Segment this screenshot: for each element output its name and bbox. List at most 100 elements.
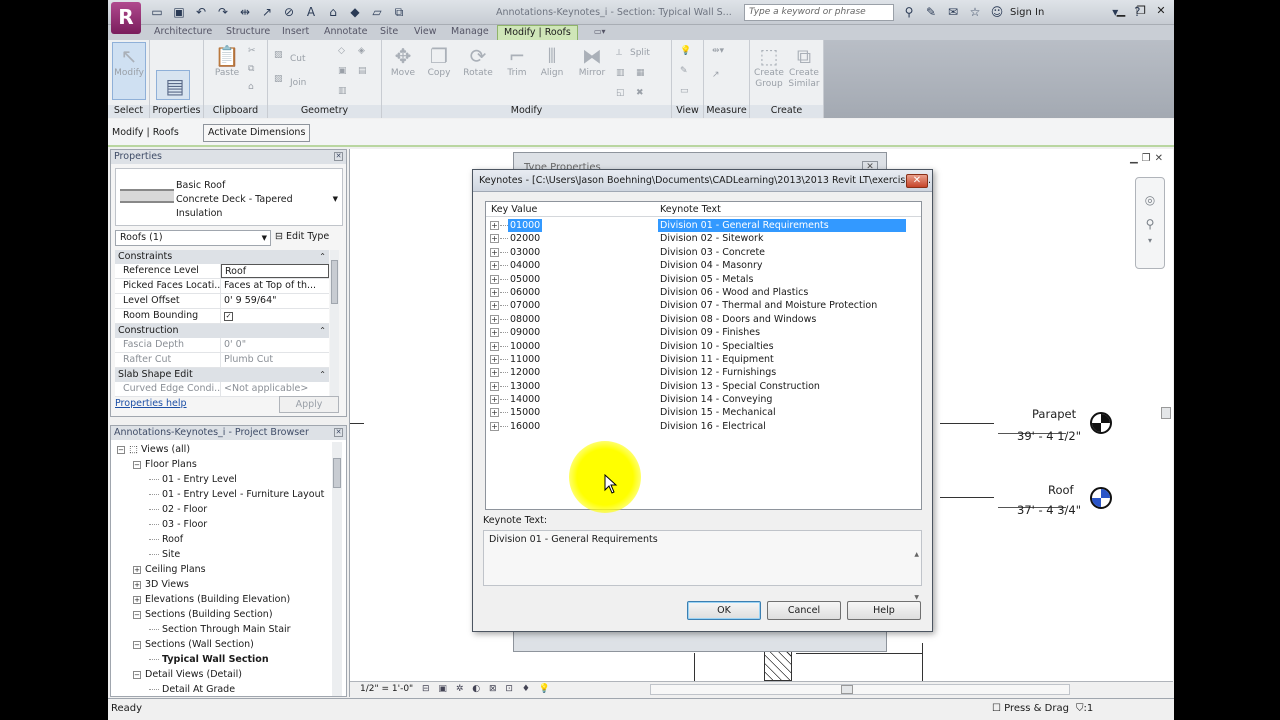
save-icon[interactable]: ▣: [170, 4, 188, 20]
ok-button[interactable]: OK: [687, 601, 761, 620]
expand-icon[interactable]: +: [490, 381, 499, 391]
split-button[interactable]: Split: [630, 48, 650, 58]
press-drag-toggle[interactable]: ☐ Press & Drag: [992, 703, 1069, 714]
tab-architecture[interactable]: Architecture: [154, 25, 212, 40]
match-icon[interactable]: ⌂: [248, 82, 254, 92]
align-button[interactable]: ⫴ Align: [534, 44, 570, 79]
browser-tree-item[interactable]: − ⬚ Views (all): [113, 442, 331, 457]
expand-icon[interactable]: +: [490, 354, 499, 364]
column-header-keynote-text[interactable]: Keynote Text: [660, 202, 721, 217]
browser-tree-item[interactable]: Roof: [113, 532, 331, 547]
browser-tree-item[interactable]: +3D Views: [113, 577, 331, 592]
tab-structure[interactable]: Structure: [226, 25, 270, 40]
keynote-row[interactable]: +07000 Division 07 - Thermal and Moisture…: [486, 299, 921, 312]
activate-dimensions-button[interactable]: Activate Dimensions: [203, 124, 311, 142]
tab-annotate[interactable]: Annotate: [324, 25, 367, 40]
delete-icon[interactable]: ✖: [636, 88, 644, 98]
copy-clip-icon[interactable]: ⧉: [248, 64, 254, 74]
browser-tree-item[interactable]: Section Through Main Stair: [113, 622, 331, 637]
scrollbar-thumb[interactable]: [333, 458, 341, 488]
expand-icon[interactable]: +: [133, 580, 141, 589]
keynote-row[interactable]: +01000 Division 01 - General Requirements: [486, 219, 921, 232]
view-scale[interactable]: 1/2" = 1'-0": [360, 682, 413, 697]
keynote-row[interactable]: +06000 Division 06 - Wood and Plastics: [486, 286, 921, 299]
tab-modify-roofs[interactable]: Modify | Roofs: [497, 25, 578, 40]
scrollbar-thumb[interactable]: [841, 685, 853, 694]
property-group-header[interactable]: Constraints ⌃: [115, 250, 329, 264]
shadows-icon[interactable]: ◐: [472, 684, 483, 694]
restore-icon[interactable]: ❐: [1142, 153, 1151, 164]
keynote-row[interactable]: +15000 Division 15 - Mechanical: [486, 406, 921, 419]
keynote-row[interactable]: +11000 Division 11 - Equipment: [486, 353, 921, 366]
type-selector[interactable]: Basic Roof Concrete Deck - Tapered Insul…: [115, 168, 343, 226]
geometry-tool-icon-1[interactable]: ◇: [338, 46, 345, 56]
override-brush-icon[interactable]: ✎: [680, 66, 688, 76]
properties-scrollbar[interactable]: [330, 250, 339, 400]
selection-filter[interactable]: ⛉:1: [1076, 703, 1093, 714]
chevron-down-icon[interactable]: ▼: [333, 195, 338, 203]
linework-icon[interactable]: ▭: [680, 86, 689, 96]
keynote-row[interactable]: +08000 Division 08 - Doors and Windows: [486, 313, 921, 326]
browser-tree-item[interactable]: 02 - Floor: [113, 502, 331, 517]
help-button[interactable]: Help: [847, 601, 921, 620]
geometry-tool-icon-5[interactable]: ▥: [338, 86, 347, 96]
collapse-icon[interactable]: −: [133, 460, 141, 469]
text-icon[interactable]: A: [302, 4, 320, 20]
keynote-row[interactable]: +03000 Division 03 - Concrete: [486, 246, 921, 259]
expand-icon[interactable]: +: [490, 221, 499, 230]
geometry-tool-icon-3[interactable]: ▣: [338, 66, 347, 76]
browser-tree-item[interactable]: Typical Wall Section: [113, 652, 331, 667]
cut-clip-icon[interactable]: ✂: [248, 46, 256, 56]
dimension-icon[interactable]: ↗: [258, 4, 276, 20]
favorites-star-icon[interactable]: ☆: [966, 4, 984, 20]
mirror-button[interactable]: ⧓ Mirror: [572, 44, 612, 79]
temporary-hide-icon[interactable]: ♦: [522, 684, 533, 694]
copy-button[interactable]: ❐ Copy: [422, 44, 456, 79]
minimize-icon[interactable]: ▁: [1112, 3, 1130, 20]
split-icon[interactable]: ⟂: [616, 48, 622, 58]
communication-icon[interactable]: ✉: [944, 4, 962, 20]
expand-icon[interactable]: +: [490, 328, 499, 338]
modify-button[interactable]: ↖ Modify: [112, 44, 146, 79]
expand-icon[interactable]: +: [490, 368, 499, 378]
level-name-roof[interactable]: Roof: [1048, 483, 1074, 497]
keynote-row[interactable]: +04000 Division 04 - Masonry: [486, 259, 921, 272]
subscription-icon[interactable]: ✎: [922, 4, 940, 20]
expand-icon[interactable]: +: [490, 274, 499, 284]
collapse-icon[interactable]: ⌃: [319, 368, 326, 382]
expand-icon[interactable]: +: [490, 408, 499, 418]
geometry-tool-icon-2[interactable]: ◈: [358, 46, 365, 56]
thin-lines-icon[interactable]: ▱: [368, 4, 386, 20]
expand-icon[interactable]: +: [490, 261, 499, 271]
column-header-key-value[interactable]: Key Value: [491, 202, 537, 217]
browser-tree-item[interactable]: − Detail Views (Detail): [113, 667, 331, 682]
geometry-tool-icon-4[interactable]: ▤: [358, 66, 367, 76]
close-icon[interactable]: ✕: [1152, 3, 1170, 20]
expand-icon[interactable]: +: [490, 421, 499, 431]
application-menu-button[interactable]: R: [111, 2, 141, 34]
room-bounding-checkbox[interactable]: ✓: [224, 312, 233, 321]
keynote-row[interactable]: +05000 Division 05 - Metals: [486, 273, 921, 286]
collapse-icon[interactable]: ⌃: [319, 250, 326, 264]
collapse-icon[interactable]: ⌃: [319, 324, 326, 338]
move-button[interactable]: ✥ Move: [386, 44, 420, 79]
collapse-icon[interactable]: −: [133, 610, 141, 619]
browser-tree-item[interactable]: + Ceiling Plans: [113, 562, 331, 577]
minimize-icon[interactable]: ▁: [1130, 153, 1138, 164]
collapse-icon[interactable]: −: [133, 640, 141, 649]
cut-geometry-button[interactable]: Cut: [290, 54, 306, 64]
wall-section-hatch[interactable]: [764, 651, 792, 681]
close-icon[interactable]: ✕: [1155, 153, 1163, 164]
horizontal-scrollbar[interactable]: [650, 684, 1070, 695]
reveal-hidden-icon[interactable]: 💡: [539, 684, 553, 694]
property-value[interactable]: Roof: [221, 264, 329, 278]
browser-tree-item[interactable]: 01 - Entry Level - Furniture Layout: [113, 487, 331, 502]
keynote-row[interactable]: +13000 Division 13 - Special Construction: [486, 380, 921, 393]
instance-filter-dropdown[interactable]: Roofs (1) ▼: [115, 230, 271, 246]
array-icon[interactable]: ▦: [636, 68, 645, 78]
keynote-row[interactable]: +16000 Division 16 - Electrical: [486, 420, 921, 433]
join-geometry-icon[interactable]: ▨: [274, 74, 283, 84]
sign-in-link[interactable]: Sign In: [1010, 7, 1044, 18]
create-similar-button[interactable]: ⧉ Create Similar: [786, 44, 822, 90]
visual-style-icon[interactable]: ▣: [438, 684, 450, 694]
